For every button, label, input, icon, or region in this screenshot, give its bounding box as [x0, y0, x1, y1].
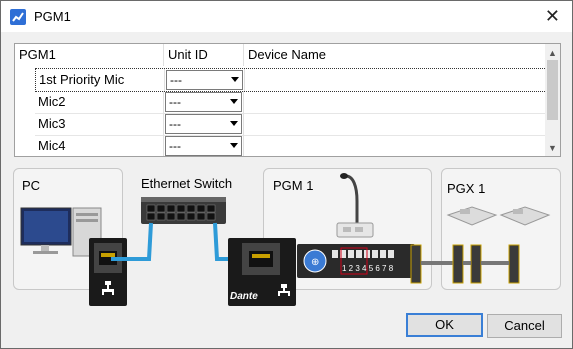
microphone-icon — [336, 173, 374, 238]
svg-text:⊕: ⊕ — [311, 257, 319, 268]
pc-ethernet-port-icon — [89, 238, 127, 306]
connector-icon — [410, 244, 422, 284]
dip-switch-numbers: 1 2 3 4 5 6 7 8 — [342, 264, 394, 273]
ethernet-switch-icon — [141, 197, 226, 224]
connection-diagram: Dante ⊕ 1 2 3 4 5 6 7 8 — [20, 173, 551, 306]
pc-monitor-icon — [20, 207, 72, 254]
cancel-button[interactable]: Cancel — [487, 314, 562, 338]
pgx-unit-icon — [446, 206, 551, 226]
ok-button[interactable]: OK — [406, 313, 483, 337]
dante-logo: Dante — [230, 291, 258, 302]
dialog-window: PGM1 ✕ PGM1 Unit ID Device Name 1st Prio… — [0, 0, 573, 349]
